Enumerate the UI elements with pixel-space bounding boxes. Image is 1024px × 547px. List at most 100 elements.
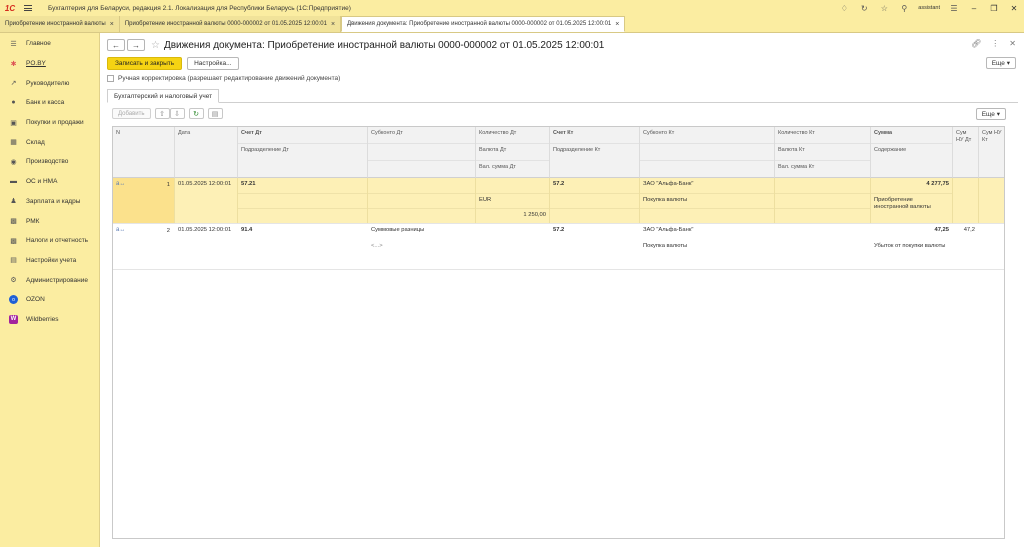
document-movements-form: ← → ☆ Движения документа: Приобретение и… (101, 33, 1024, 547)
movements-table: N Дата Счет Дт Подразделение Дт Субконто… (112, 126, 1005, 539)
tab-accounting-tax[interactable]: Бухгалтерский и налоговый учет (107, 89, 220, 103)
close-tab-icon[interactable]: × (331, 21, 335, 28)
column-header-dt-account[interactable]: Счет Дт Подразделение Дт (238, 127, 368, 178)
back-arrow-icon[interactable]: ← (107, 39, 125, 51)
header-dt-division: Подразделение Дт (241, 147, 289, 153)
sidebar-item-main[interactable]: ☰ Главное (0, 34, 99, 54)
column-header-dt-subconto[interactable]: Субконто Дт (368, 127, 476, 178)
minimize-icon[interactable]: – (964, 0, 984, 16)
sidebar-item-label: PO.BY (26, 60, 46, 68)
close-tab-icon[interactable]: × (110, 21, 114, 28)
link-icon[interactable]: 🔗︎ (971, 39, 981, 48)
table-row[interactable]: a↔ 2 01.05.2025 12:00:01 91.4 Суммовые р… (113, 224, 1004, 270)
move-up-icon[interactable]: ⇧ (154, 108, 170, 119)
header-kt-currency: Валюта Кт (775, 144, 870, 161)
bell-icon[interactable]: ♢ (834, 0, 854, 16)
sidebar-item-production[interactable]: ◉ Производство (0, 152, 99, 172)
dt-currency-value: EUR (476, 194, 549, 209)
sidebar-item-label: Покупки и продажи (26, 119, 84, 127)
add-row-button[interactable]: Добавить (112, 108, 151, 119)
favorites-star-icon[interactable]: ☆ (874, 0, 894, 16)
sidebar-item-administration[interactable]: ⚙ Администрирование (0, 270, 99, 290)
column-header-kt-qty[interactable]: Количество Кт Валюта Кт Вал. сумма Кт (775, 127, 871, 178)
close-tab-icon[interactable]: × (615, 21, 619, 28)
restore-icon[interactable]: ❐ (984, 0, 1004, 16)
close-window-icon[interactable]: ✕ (1004, 0, 1024, 16)
chevron-down-icon: ▾ (1006, 60, 1010, 67)
refresh-icon[interactable]: ↻ (188, 108, 204, 119)
dt-account-cell: 91.4 (241, 227, 253, 233)
more-label: Еще (981, 110, 995, 118)
sidebar-item-label: Зарплата и кадры (26, 197, 81, 205)
content-value: Приобретение иностранной валюты (874, 196, 931, 210)
manual-adjustment-checkbox[interactable] (107, 75, 114, 82)
header-kt-account: Счет Кт (550, 127, 639, 144)
column-header-dt-qty[interactable]: Количество Дт Валюта Дт Вал. сумма Дт (476, 127, 550, 178)
sidebar-item-fixed-assets[interactable]: ▬ ОС и НМА (0, 172, 99, 192)
cart-icon: ▣ (10, 119, 17, 127)
header-dt-cur-amount: Вал. сумма Дт (479, 164, 516, 170)
open-windows-tabs: Приобретение иностранной валюты × Приобр… (0, 16, 1024, 33)
search-icon[interactable]: ⚲ (894, 0, 914, 16)
content-value: Убыток от покупки валюты (874, 242, 946, 249)
close-form-icon[interactable]: ✕ (1009, 39, 1016, 48)
register-icon: ▩ (10, 218, 17, 226)
sidebar-item-label: Настройки учета (26, 256, 77, 264)
column-header-sum-nu-dt[interactable]: Сум НУ Дт (953, 127, 979, 178)
sidebar-item-taxes[interactable]: ▩ Налоги и отчетность (0, 231, 99, 251)
more-button[interactable]: Еще ▾ (985, 57, 1016, 69)
tab-document-movements[interactable]: Движения документа: Приобретение иностра… (341, 16, 626, 32)
column-header-date[interactable]: Дата (175, 127, 238, 178)
header-kt-subconto: Субконто Кт (640, 127, 774, 144)
entry-icon: a↔ (116, 227, 126, 233)
sidebar-item-label: Главное (26, 40, 51, 48)
date-cell: 01.05.2025 12:00:01 (175, 178, 238, 223)
more-label: Еще (991, 59, 1005, 67)
sidebar-item-label: ОС и НМА (26, 178, 58, 186)
kt-subconto-cell: ЗАО "Альфа-Банк" Покупка валюты (643, 227, 694, 249)
sidebar-item-warehouse[interactable]: ▦ Склад (0, 132, 99, 152)
settings-button[interactable]: Настройка... (187, 57, 239, 70)
table-more-button[interactable]: Еще ▾ (975, 108, 1006, 120)
save-and-close-button[interactable]: Записать и закрыть (107, 57, 183, 70)
history-icon[interactable]: ↻ (854, 0, 874, 16)
header-dt-account: Счет Дт (238, 127, 367, 144)
tab-currency-purchase-doc[interactable]: Приобретение иностранной валюты 0000-000… (119, 16, 342, 32)
sidebar-item-label: Налоги и отчетность (26, 237, 89, 245)
bank-icon: ● (11, 99, 16, 107)
column-header-sum-nu-kt[interactable]: Сум НУ Кт (979, 127, 1004, 178)
sidebar-item-po-by[interactable]: ✱ PO.BY (0, 54, 99, 74)
sum-nu-kt-cell (979, 224, 1004, 269)
sidebar-item-accounting-settings[interactable]: ▤ Настройки учета (0, 251, 99, 271)
print-report-icon[interactable]: ▤ (207, 108, 223, 119)
column-header-kt-account[interactable]: Счет Кт Подразделение Кт (550, 127, 640, 178)
forward-arrow-icon[interactable]: → (127, 39, 145, 51)
current-user[interactable]: assistant (918, 5, 940, 11)
sidebar-item-bank[interactable]: ● Банк и касса (0, 93, 99, 113)
column-header-kt-subconto[interactable]: Субконто Кт (640, 127, 775, 178)
sidebar-item-wildberries[interactable]: W Wildberries (0, 310, 99, 330)
dt-subconto-cell: Суммовые разницы <...> (371, 227, 425, 249)
sum-nu-dt-cell: 47,2 (963, 227, 975, 233)
settings-menu-icon[interactable]: ☰ (944, 0, 964, 16)
sidebar-item-ozon[interactable]: o OZON (0, 290, 99, 310)
tab-currency-purchase-list[interactable]: Приобретение иностранной валюты × (0, 16, 120, 32)
tab-label: Приобретение иностранной валюты 0000-000… (124, 21, 327, 27)
favorite-star-icon[interactable]: ☆ (151, 40, 160, 51)
sidebar-item-salary[interactable]: ♟ Зарплата и кадры (0, 192, 99, 212)
more-options-icon[interactable]: ⋮ (991, 39, 999, 48)
sidebar-item-manager[interactable]: ↗ Руководителю (0, 73, 99, 93)
amount-cell: 4 277,75 Приобретение иностранной валюты (871, 178, 953, 223)
dt-account-cell: 57.21 (238, 178, 368, 223)
column-header-n[interactable]: N (113, 127, 175, 178)
dt-cur-amount-value: 1 250,00 (523, 212, 546, 218)
main-menu-icon[interactable] (20, 0, 36, 16)
column-header-amount[interactable]: Сумма Содержание (871, 127, 953, 178)
sidebar-item-rmk[interactable]: ▩ РМК (0, 211, 99, 231)
sidebar-item-purchases-sales[interactable]: ▣ Покупки и продажи (0, 113, 99, 133)
table-row[interactable]: a↔ 1 01.05.2025 12:00:01 57.21 EUR 1 250… (113, 178, 1004, 224)
tax-icon: ▩ (10, 237, 17, 245)
sidebar-item-label: Производство (26, 158, 69, 166)
move-down-icon[interactable]: ⇩ (169, 108, 185, 119)
sidebar-item-label: Администрирование (26, 276, 88, 284)
